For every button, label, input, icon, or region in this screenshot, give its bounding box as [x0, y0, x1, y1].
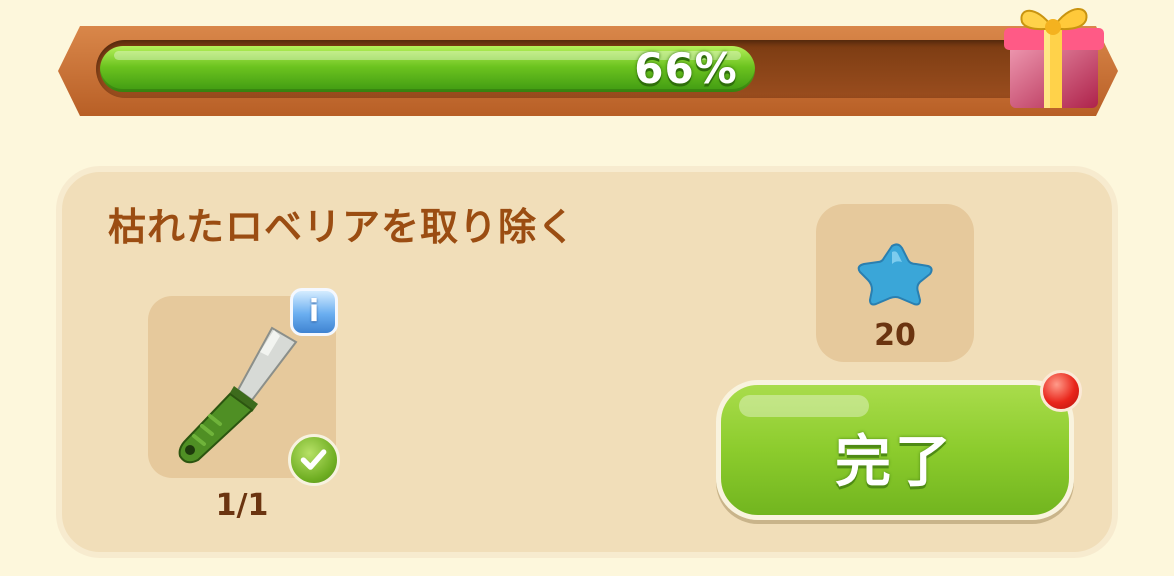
blue-star-icon	[857, 243, 933, 306]
task-title: 枯れたロベリアを取り除く	[108, 205, 577, 249]
red-dot-icon	[1040, 370, 1082, 412]
tool-count: 1/1	[215, 488, 269, 523]
progress-percent: 66%	[634, 44, 738, 93]
progress-bar: 66%	[96, 40, 1096, 98]
check-icon	[288, 434, 340, 486]
info-icon[interactable]: i	[290, 288, 338, 336]
complete-button-label: 完了	[835, 430, 955, 495]
reward-amount: 20	[874, 318, 916, 353]
complete-button[interactable]: 完了	[716, 380, 1074, 520]
gift-box-icon[interactable]	[996, 0, 1106, 112]
